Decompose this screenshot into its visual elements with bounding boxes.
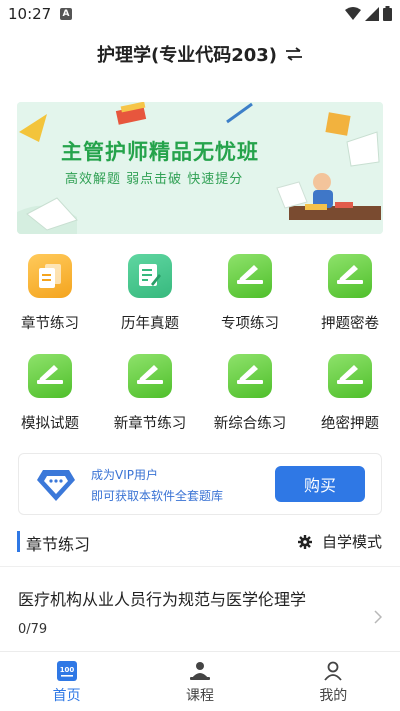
- banner-title: 主管护师精品无忧班: [61, 140, 259, 164]
- grid-item-top-secret[interactable]: 绝密押题: [300, 352, 400, 452]
- grid-label: 新章节练习: [113, 416, 187, 432]
- status-time: 10:27: [8, 5, 52, 23]
- signal-icon: [365, 6, 379, 21]
- grid-row: 模拟试题 新章节练习 新综合练习 绝密押题: [0, 352, 400, 452]
- document-icon: [28, 254, 72, 298]
- grid-label: 专项练习: [221, 316, 279, 332]
- nav-label: 首页: [52, 688, 81, 704]
- section-header: 章节练习 自学模式: [0, 528, 400, 556]
- wifi-icon: [345, 6, 361, 20]
- gear-icon[interactable]: [297, 534, 312, 549]
- svg-text:100: 100: [59, 666, 74, 674]
- person-icon: [324, 661, 343, 681]
- pencil-icon: [128, 354, 172, 398]
- pencil-icon: [28, 354, 72, 398]
- section-title: 章节练习: [26, 535, 91, 554]
- status-icons: [345, 6, 392, 21]
- pencil-icon: [228, 354, 272, 398]
- nav-home[interactable]: 100 首页: [0, 652, 133, 711]
- grid-item-new-chapter-practice[interactable]: 新章节练习: [100, 352, 200, 452]
- grid-label: 押题密卷: [321, 316, 379, 332]
- promo-banner[interactable]: 主管护师精品无忧班 高效解题 弱点击破 快速提分: [17, 102, 383, 234]
- vip-title: 成为VIP用户: [91, 468, 158, 482]
- home-100-icon: 100: [56, 661, 77, 681]
- study-mode-toggle[interactable]: 自学模式: [297, 531, 382, 552]
- bottom-nav: 100 首页 课程 我的: [0, 651, 400, 711]
- notification-a-icon: A: [60, 8, 72, 20]
- divider: [0, 566, 400, 567]
- course-icon: [189, 662, 210, 680]
- vip-diamond-icon: [37, 470, 75, 501]
- header[interactable]: 护理学(专业代码203): [0, 36, 400, 72]
- feature-grid: 章节练习 历年真题 专项练习 押题密卷 模拟试题 新章节练习 新综合练习 绝密押…: [0, 252, 400, 452]
- vip-card: 成为VIP用户 即可获取本软件全套题库 购买: [18, 453, 382, 515]
- grid-item-new-comprehensive[interactable]: 新综合练习: [200, 352, 300, 452]
- buy-button[interactable]: 购买: [275, 466, 365, 502]
- grid-row: 章节练习 历年真题 专项练习 押题密卷: [0, 252, 400, 352]
- vip-description: 即可获取本软件全套题库: [91, 489, 224, 503]
- grid-item-special-practice[interactable]: 专项练习: [200, 252, 300, 352]
- nav-course[interactable]: 课程: [133, 652, 266, 711]
- section-accent-bar: [17, 531, 20, 552]
- nav-profile[interactable]: 我的: [267, 652, 400, 711]
- grid-item-chapter-practice[interactable]: 章节练习: [0, 252, 100, 352]
- chapter-title: 医疗机构从业人员行为规范与医学伦理学: [18, 590, 307, 609]
- pencil-icon: [328, 254, 372, 298]
- pencil-icon: [328, 354, 372, 398]
- nav-label: 课程: [185, 688, 214, 704]
- grid-label: 绝密押题: [321, 416, 379, 432]
- grid-label: 章节练习: [21, 316, 79, 332]
- grid-label: 新综合练习: [213, 416, 287, 432]
- chevron-right-icon: [374, 610, 382, 624]
- grid-label: 模拟试题: [21, 416, 79, 432]
- grid-label: 历年真题: [121, 316, 179, 332]
- page-title[interactable]: 护理学(专业代码203): [97, 41, 277, 67]
- grid-item-secret-papers[interactable]: 押题密卷: [300, 252, 400, 352]
- chapter-list-item[interactable]: 医疗机构从业人员行为规范与医学伦理学 0/79: [0, 570, 400, 650]
- chapter-progress: 0/79: [18, 622, 48, 637]
- grid-item-mock-exam[interactable]: 模拟试题: [0, 352, 100, 452]
- banner-subtitle: 高效解题 弱点击破 快速提分: [65, 172, 244, 187]
- battery-icon: [383, 6, 392, 21]
- status-bar: 10:27 A: [0, 0, 400, 28]
- nav-label: 我的: [319, 688, 348, 704]
- grid-item-past-exams[interactable]: 历年真题: [100, 252, 200, 352]
- exam-paper-icon: [128, 254, 172, 298]
- pencil-icon: [228, 254, 272, 298]
- study-mode-label[interactable]: 自学模式: [322, 531, 382, 552]
- swap-arrows-icon[interactable]: [285, 47, 303, 61]
